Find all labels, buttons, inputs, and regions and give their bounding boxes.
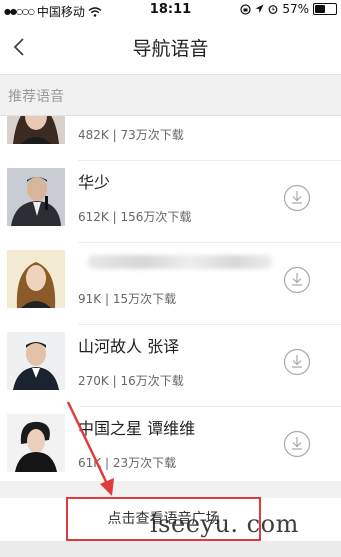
meta-separator: | — [108, 128, 121, 142]
status-right: 57% — [240, 2, 337, 16]
voice-size: 612K — [78, 210, 109, 224]
page-title: 导航语音 — [132, 38, 209, 60]
meta-separator: | — [101, 292, 113, 306]
location-icon — [255, 4, 264, 13]
voice-name: 中国之星 谭维维 — [78, 419, 196, 438]
blurred-voice-name — [88, 255, 272, 269]
voice-avatar — [7, 168, 65, 226]
voice-item[interactable]: 山河故人 张译 270K | 16万次下载 — [0, 325, 341, 407]
section-header: 推荐语音 — [0, 75, 341, 116]
download-icon[interactable] — [283, 266, 311, 294]
alarm-icon — [268, 5, 278, 14]
voice-size: 61K — [78, 456, 102, 470]
voice-avatar — [7, 116, 65, 144]
status-bar: ●●○○○ 中国移动 18:11 57% — [0, 0, 341, 20]
download-icon[interactable] — [283, 184, 311, 212]
bottom-strip — [0, 541, 341, 557]
voice-name: 山河故人 张译 — [78, 337, 180, 356]
meta-separator: | — [101, 456, 113, 470]
voice-meta: 91K | 15万次下载 — [78, 290, 176, 307]
battery-level — [315, 5, 325, 13]
voice-downloads: 23万次下载 — [112, 456, 177, 470]
voice-meta: 61K | 23万次下载 — [78, 454, 176, 471]
battery-icon — [313, 3, 337, 15]
voice-avatar — [7, 332, 65, 390]
voice-item[interactable]: 中国之星 谭维维 61K | 23万次下载 — [0, 407, 341, 481]
meta-separator: | — [108, 374, 121, 388]
voice-meta: 482K | 73万次下载 — [78, 126, 184, 143]
voice-downloads: 73万次下载 — [120, 128, 184, 142]
voice-avatar — [7, 250, 65, 308]
voice-avatar — [7, 414, 65, 472]
watermark: iseeyu. com — [150, 510, 299, 538]
voice-downloads: 156万次下载 — [120, 210, 192, 224]
nav-bar: 导航语音 — [0, 20, 341, 75]
section-title: 推荐语音 — [8, 89, 64, 105]
voice-downloads: 15万次下载 — [112, 292, 177, 306]
battery-percent: 57% — [282, 2, 309, 16]
voice-item[interactable]: 482K | 73万次下载 — [0, 116, 341, 161]
footer-gap — [0, 481, 341, 498]
download-icon[interactable] — [283, 348, 311, 376]
download-icon[interactable] — [283, 430, 311, 458]
voice-item[interactable]: 91K | 15万次下载 — [0, 243, 341, 325]
voice-meta: 270K | 16万次下载 — [78, 372, 184, 389]
voice-downloads: 16万次下载 — [120, 374, 184, 388]
voice-name: 华少 — [78, 173, 111, 192]
voice-list: 482K | 73万次下载 华少 612K | 156万次下载 91K | 15… — [0, 116, 341, 481]
voice-size: 270K — [78, 374, 109, 388]
meta-separator: | — [108, 210, 121, 224]
voice-meta: 612K | 156万次下载 — [78, 208, 191, 225]
voice-item[interactable]: 华少 612K | 156万次下载 — [0, 161, 341, 243]
orientation-lock-icon — [240, 3, 251, 15]
voice-size: 91K — [78, 292, 102, 306]
voice-size: 482K — [78, 128, 109, 142]
